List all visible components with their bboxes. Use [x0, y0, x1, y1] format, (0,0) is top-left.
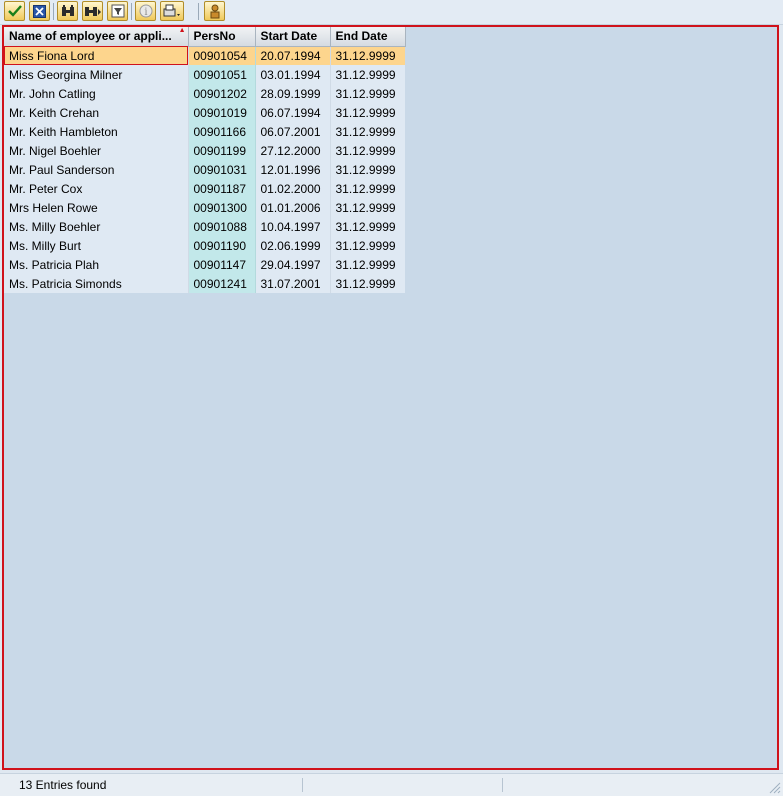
cell-name[interactable]: Miss Fiona Lord [4, 46, 189, 65]
table-row[interactable]: Mr. Nigel Boehler 00901199 27.12.2000 31… [4, 141, 405, 160]
table-row[interactable]: Mr. John Catling 00901202 28.09.1999 31.… [4, 84, 405, 103]
find-icon[interactable] [57, 1, 78, 21]
cell-end-date[interactable]: 31.12.9999 [330, 255, 405, 274]
table-row[interactable]: Ms. Patricia Plah 00901147 29.04.1997 31… [4, 255, 405, 274]
column-header-start-date[interactable]: Start Date [255, 27, 331, 47]
cell-end-date[interactable]: 31.12.9999 [330, 122, 405, 141]
personal-settings-icon[interactable] [204, 1, 225, 21]
cell-start-date[interactable]: 29.04.1997 [255, 255, 331, 274]
cell-persno[interactable]: 00901202 [188, 84, 256, 103]
cell-start-date[interactable]: 06.07.2001 [255, 122, 331, 141]
cell-end-date[interactable]: 31.12.9999 [330, 179, 405, 198]
cell-start-date[interactable]: 01.02.2000 [255, 179, 331, 198]
cell-end-date[interactable]: 31.12.9999 [330, 65, 405, 84]
results-table: Name of employee or appli... ▲ PersNo St… [4, 27, 406, 293]
status-divider [302, 778, 303, 792]
table-row[interactable]: Miss Fiona Lord 00901054 20.07.1994 31.1… [4, 46, 405, 65]
resize-grip-icon[interactable] [767, 780, 781, 794]
toolbar-separator [53, 3, 54, 20]
cell-start-date[interactable]: 02.06.1999 [255, 236, 331, 255]
cell-persno[interactable]: 00901187 [188, 179, 256, 198]
column-header-label: Name of employee or appli... [9, 29, 172, 44]
cell-name[interactable]: Miss Georgina Milner [4, 65, 189, 84]
cell-end-date[interactable]: 31.12.9999 [330, 198, 405, 217]
table-row[interactable]: Ms. Milly Burt 00901190 02.06.1999 31.12… [4, 236, 405, 255]
cell-end-date[interactable]: 31.12.9999 [330, 84, 405, 103]
cell-persno[interactable]: 00901166 [188, 122, 256, 141]
cell-persno[interactable]: 00901147 [188, 255, 256, 274]
table-row[interactable]: Mr. Peter Cox 00901187 01.02.2000 31.12.… [4, 179, 405, 198]
table-row[interactable]: Miss Georgina Milner 00901051 03.01.1994… [4, 65, 405, 84]
cell-persno[interactable]: 00901241 [188, 274, 256, 293]
sort-ascending-icon: ▲ [178, 27, 186, 34]
cell-name[interactable]: Ms. Milly Boehler [4, 217, 189, 236]
svg-text:i: i [144, 7, 147, 18]
table-header-row: Name of employee or appli... ▲ PersNo St… [4, 27, 406, 47]
cell-name[interactable]: Ms. Patricia Simonds [4, 274, 189, 293]
table-row[interactable]: Mr. Keith Crehan 00901019 06.07.1994 31.… [4, 103, 405, 122]
cell-start-date[interactable]: 03.01.1994 [255, 65, 331, 84]
cell-end-date[interactable]: 31.12.9999 [330, 160, 405, 179]
cell-start-date[interactable]: 12.01.1996 [255, 160, 331, 179]
application-toolbar: i [0, 0, 783, 25]
results-list-frame: Name of employee or appli... ▲ PersNo St… [2, 25, 779, 770]
cell-name[interactable]: Mr. Paul Sanderson [4, 160, 189, 179]
cell-persno[interactable]: 00901190 [188, 236, 256, 255]
cell-end-date[interactable]: 31.12.9999 [330, 217, 405, 236]
cell-name[interactable]: Mr. John Catling [4, 84, 189, 103]
information-icon[interactable]: i [135, 1, 156, 21]
table-row[interactable]: Mr. Paul Sanderson 00901031 12.01.1996 3… [4, 160, 405, 179]
column-header-end-date[interactable]: End Date [330, 27, 406, 47]
cell-persno[interactable]: 00901300 [188, 198, 256, 217]
cell-start-date[interactable]: 06.07.1994 [255, 103, 331, 122]
cell-name[interactable]: Mr. Peter Cox [4, 179, 189, 198]
table-row[interactable]: Mr. Keith Hambleton 00901166 06.07.2001 … [4, 122, 405, 141]
find-next-icon[interactable] [82, 1, 103, 21]
cell-persno[interactable]: 00901199 [188, 141, 256, 160]
cell-start-date[interactable]: 01.01.2006 [255, 198, 331, 217]
cell-start-date[interactable]: 27.12.2000 [255, 141, 331, 160]
status-message: 13 Entries found [19, 778, 107, 792]
column-header-persno[interactable]: PersNo [188, 27, 256, 47]
cell-end-date[interactable]: 31.12.9999 [330, 274, 405, 293]
toolbar-separator [198, 3, 199, 20]
cell-name[interactable]: Ms. Milly Burt [4, 236, 189, 255]
cell-name[interactable]: Mr. Keith Hambleton [4, 122, 189, 141]
check-icon[interactable] [4, 1, 25, 21]
cell-persno[interactable]: 00901088 [188, 217, 256, 236]
cell-name[interactable]: Mr. Nigel Boehler [4, 141, 189, 160]
table-row[interactable]: Ms. Patricia Simonds 00901241 31.07.2001… [4, 274, 405, 293]
status-divider [502, 778, 503, 792]
cell-persno[interactable]: 00901019 [188, 103, 256, 122]
cell-end-date[interactable]: 31.12.9999 [330, 236, 405, 255]
cell-persno[interactable]: 00901054 [188, 46, 256, 65]
status-bar: 13 Entries found [0, 773, 783, 796]
cell-name[interactable]: Ms. Patricia Plah [4, 255, 189, 274]
table-row[interactable]: Ms. Milly Boehler 00901088 10.04.1997 31… [4, 217, 405, 236]
print-icon[interactable] [160, 1, 184, 21]
cell-name[interactable]: Mrs Helen Rowe [4, 198, 189, 217]
cell-end-date[interactable]: 31.12.9999 [330, 141, 405, 160]
cell-persno[interactable]: 00901051 [188, 65, 256, 84]
cell-name[interactable]: Mr. Keith Crehan [4, 103, 189, 122]
cancel-icon[interactable] [29, 1, 50, 21]
cell-start-date[interactable]: 28.09.1999 [255, 84, 331, 103]
toolbar-separator [131, 3, 132, 20]
cell-start-date[interactable]: 20.07.1994 [255, 46, 331, 65]
column-header-name[interactable]: Name of employee or appli... ▲ [4, 27, 189, 47]
filter-icon[interactable] [107, 1, 128, 21]
cell-persno[interactable]: 00901031 [188, 160, 256, 179]
table-row[interactable]: Mrs Helen Rowe 00901300 01.01.2006 31.12… [4, 198, 405, 217]
cell-start-date[interactable]: 10.04.1997 [255, 217, 331, 236]
cell-start-date[interactable]: 31.07.2001 [255, 274, 331, 293]
cell-end-date[interactable]: 31.12.9999 [330, 46, 405, 65]
cell-end-date[interactable]: 31.12.9999 [330, 103, 405, 122]
